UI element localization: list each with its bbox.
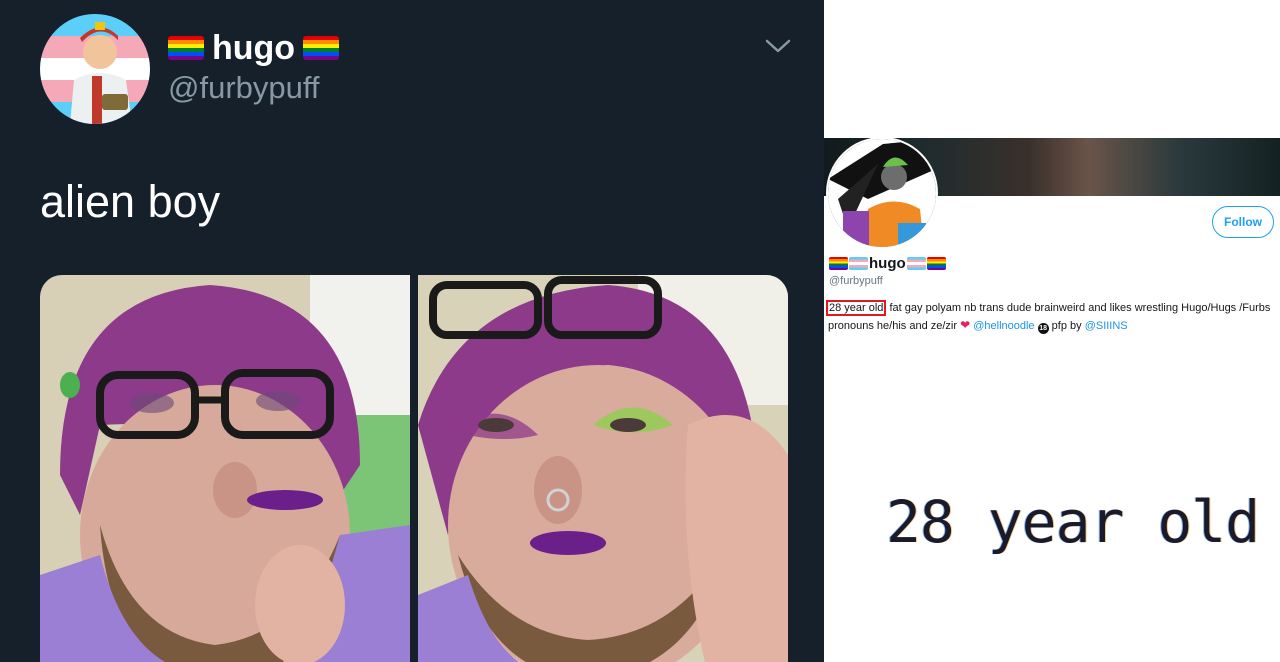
age-18-icon: 18 <box>1037 323 1049 334</box>
rainbow-flag-icon <box>303 36 340 60</box>
tweet-card: hugo @furbypuff alien boy <box>0 0 824 662</box>
heart-icon: ❤ <box>960 318 971 332</box>
rainbow-flag-icon <box>926 257 946 270</box>
mention-link[interactable]: @SIIINS <box>1085 320 1128 332</box>
tweet-text: alien boy <box>40 176 221 227</box>
zoomed-text: 28 year old <box>886 488 1260 556</box>
user-handle[interactable]: @furbypuff <box>168 70 320 106</box>
chevron-down-icon[interactable] <box>764 36 792 56</box>
display-name[interactable]: hugo <box>829 255 946 272</box>
rainbow-flag-icon <box>829 257 848 270</box>
highlighted-text: 28 year old <box>826 300 887 316</box>
display-name-text: hugo <box>869 255 906 272</box>
user-handle[interactable]: @furbypuff <box>829 275 883 287</box>
profile-bio: 28 year old fat gay polyam nb trans dude… <box>826 300 1278 335</box>
display-name-text: hugo <box>212 28 296 67</box>
avatar[interactable] <box>40 14 150 124</box>
trans-flag-icon <box>849 257 868 270</box>
profile-card: Follow hugo @furbypuff 28 year old fat g… <box>824 0 1280 662</box>
display-name[interactable]: hugo <box>168 28 340 68</box>
tweet-photo[interactable] <box>418 275 788 662</box>
trans-flag-icon <box>906 257 926 270</box>
rainbow-flag-icon <box>168 36 204 60</box>
tweet-photo[interactable] <box>40 275 410 662</box>
bio-text: pfp by <box>1048 320 1085 332</box>
follow-button[interactable]: Follow <box>1212 206 1274 238</box>
avatar[interactable] <box>826 137 938 249</box>
mention-link[interactable]: @hellnoodle <box>973 320 1034 332</box>
